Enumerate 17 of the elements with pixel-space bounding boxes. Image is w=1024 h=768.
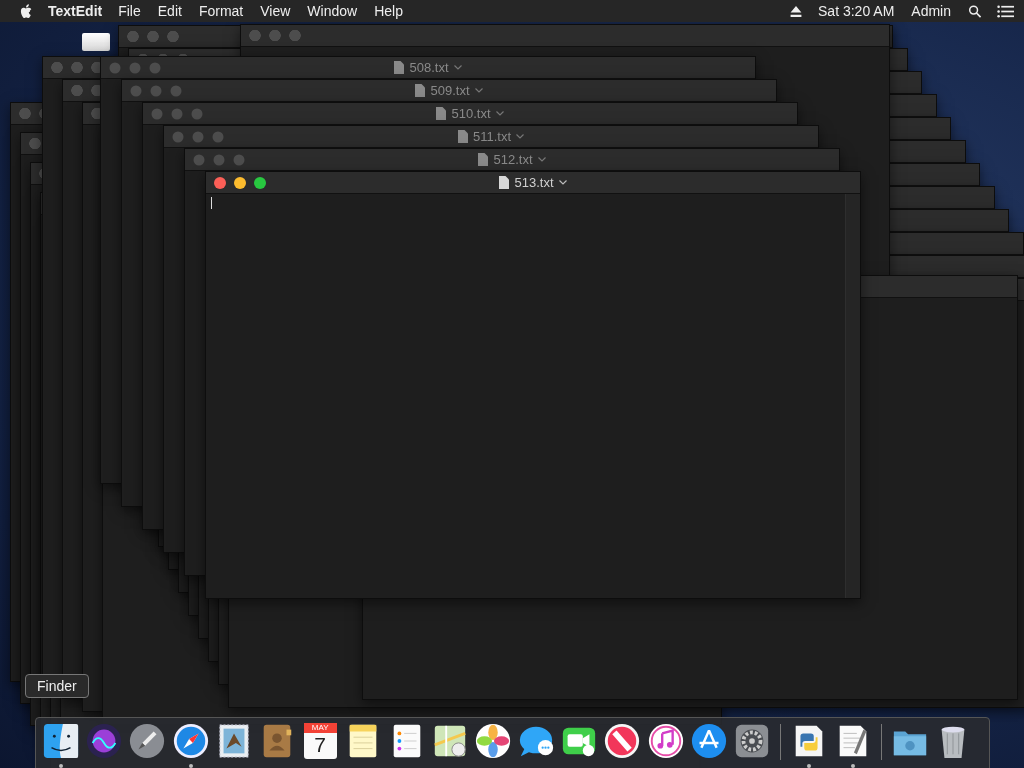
window-title[interactable]: 508.txt <box>409 60 449 75</box>
clock[interactable]: Sat 3:20 AM <box>818 3 895 19</box>
menu-item[interactable]: Format <box>198 3 244 19</box>
menu-item[interactable]: Window <box>307 3 358 19</box>
window-title[interactable]: 513.txt <box>514 175 554 190</box>
window-title[interactable]: 510.txt <box>451 106 491 121</box>
menu-item[interactable]: Help <box>374 3 403 19</box>
menu-item[interactable]: View <box>260 3 291 19</box>
calendar-app-button[interactable]: MAY 7 <box>303 723 337 759</box>
user-menu[interactable]: Admin <box>911 3 951 19</box>
menu-item[interactable]: File <box>118 3 141 19</box>
window-title[interactable]: 511.txt <box>472 129 512 144</box>
app-menu[interactable]: TextEdit <box>48 3 103 19</box>
window-title[interactable]: 509.txt <box>430 83 470 98</box>
window-title[interactable]: 512.txt <box>493 152 533 167</box>
tooltip: Finder <box>25 674 89 698</box>
menu-item[interactable]: Edit <box>157 3 182 19</box>
